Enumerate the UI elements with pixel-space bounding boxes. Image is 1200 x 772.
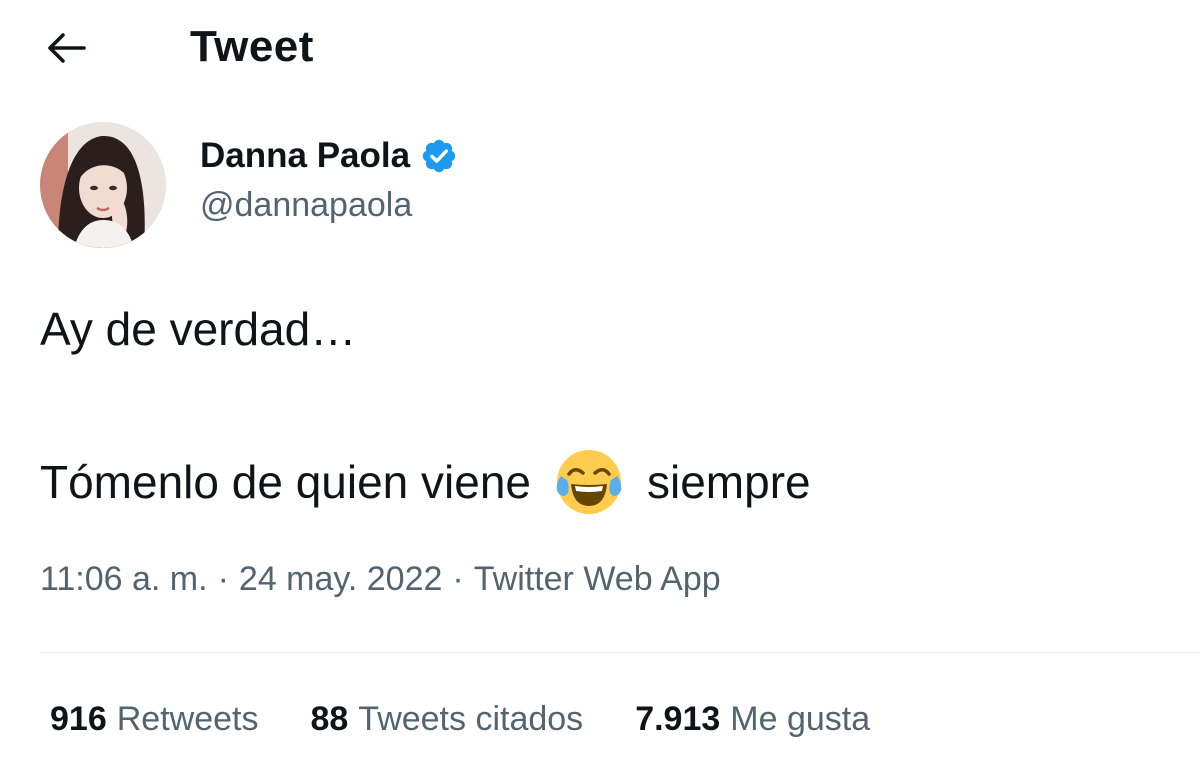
avatar-image [40,122,166,248]
avatar[interactable] [40,122,166,248]
divider [40,652,1200,653]
quote-tweets-count: 88 [310,700,349,738]
tweet-text-line: Ay de verdad… [40,303,357,355]
face-with-tears-of-joy-icon [553,446,625,518]
quote-tweets-stat[interactable]: 88 Tweets citados [310,700,583,739]
back-button[interactable] [38,24,94,72]
page-title: Tweet [190,22,314,71]
tweet-text-segment: siempre [647,456,811,508]
meta-separator: · [452,560,464,598]
tweet-time[interactable]: 11:06 a. m. [40,560,208,599]
author-handle[interactable]: @dannapaola [200,186,412,225]
author-name-row[interactable]: Danna Paola [200,132,458,180]
tweet-metadata: 11:06 a. m. · 24 may. 2022 · Twitter Web… [40,560,721,599]
quote-tweets-label: Tweets citados [358,700,584,738]
likes-stat[interactable]: 7.913 Me gusta [635,700,870,739]
tweet-text-line: Tómenlo de quien viene siempre [40,446,811,518]
author-name[interactable]: Danna Paola [200,136,410,176]
tweet-text-segment: Tómenlo de quien viene [40,456,531,508]
tweet-source-link[interactable]: Twitter Web App [474,560,721,599]
tweet-stats: 916 Retweets 88 Tweets citados 7.913 Me … [50,700,922,739]
header: Tweet [0,0,1200,100]
tweet-page: Tweet Danna Paola @dannapaola Ay de verd… [0,0,1200,772]
arrow-left-icon [48,33,86,63]
retweets-count: 916 [50,700,107,738]
verified-badge-icon [420,137,458,175]
retweets-label: Retweets [116,700,259,738]
likes-count: 7.913 [635,700,721,738]
tweet-date[interactable]: 24 may. 2022 [239,560,443,599]
likes-label: Me gusta [730,700,871,738]
retweets-stat[interactable]: 916 Retweets [50,700,258,739]
meta-separator: · [217,560,229,598]
